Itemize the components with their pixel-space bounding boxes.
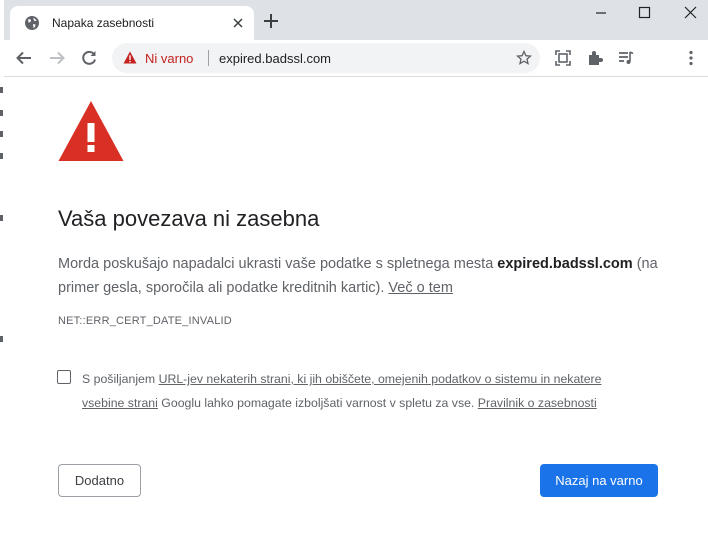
- media-icon[interactable]: [617, 49, 635, 67]
- site-domain: expired.badssl.com: [497, 256, 633, 272]
- page-title: Vaša povezava ni zasebna: [58, 206, 320, 231]
- error-code[interactable]: NET::ERR_CERT_DATE_INVALID: [58, 315, 232, 327]
- more-vert-icon[interactable]: [682, 49, 700, 67]
- back-to-safety-button[interactable]: Nazaj na varno: [540, 464, 658, 497]
- optin-text: S pošiljanjem: [82, 372, 159, 386]
- explanation-paragraph: Morda poskušajo napadalci ukrasti vaše p…: [58, 252, 658, 300]
- screenshot-icon[interactable]: [554, 49, 572, 67]
- warning-icon[interactable]: [123, 51, 137, 64]
- safe-browsing-optin: S pošiljanjem URL-jev nekaterih strani, …: [82, 367, 642, 415]
- security-status[interactable]: Ni varno: [145, 51, 193, 66]
- advanced-button[interactable]: Dodatno: [58, 464, 141, 497]
- address-bar[interactable]: Ni varno expired.badssl.com: [112, 43, 540, 73]
- safe-browsing-checkbox[interactable]: [57, 370, 71, 384]
- omnibox-separator: [208, 50, 209, 66]
- privacy-policy-link[interactable]: Pravilnik o zasebnosti: [478, 396, 597, 410]
- url-text[interactable]: expired.badssl.com: [219, 51, 331, 66]
- browser-window: Napaka zasebnosti Ni varno expired.badss…: [4, 0, 708, 546]
- globe-icon: [25, 16, 39, 30]
- forward-arrow-icon[interactable]: [47, 48, 67, 68]
- minimize-icon[interactable]: [588, 5, 614, 21]
- explanation-text: Morda poskušajo napadalci ukrasti vaše p…: [58, 256, 498, 272]
- reload-icon[interactable]: [79, 48, 99, 68]
- window-close-icon[interactable]: [677, 5, 703, 21]
- optin-text-mid: Googlu lahko pomagate izboljšati varnost…: [157, 396, 478, 410]
- toolbar: Ni varno expired.badssl.com: [4, 40, 708, 76]
- learn-more-link[interactable]: Več o tem: [388, 280, 452, 296]
- star-icon[interactable]: [516, 50, 532, 66]
- tab-strip: Napaka zasebnosti: [4, 0, 708, 40]
- tab-title: Napaka zasebnosti: [52, 16, 155, 30]
- maximize-icon[interactable]: [631, 5, 657, 21]
- extensions-icon[interactable]: [586, 49, 604, 67]
- back-arrow-icon[interactable]: [14, 48, 34, 68]
- active-tab[interactable]: Napaka zasebnosti: [10, 6, 254, 40]
- close-icon[interactable]: [230, 15, 246, 31]
- plus-icon[interactable]: [262, 12, 280, 30]
- warning-icon: [58, 101, 124, 161]
- interstitial-page: Vaša povezava ni zasebna Morda poskušajo…: [4, 77, 708, 546]
